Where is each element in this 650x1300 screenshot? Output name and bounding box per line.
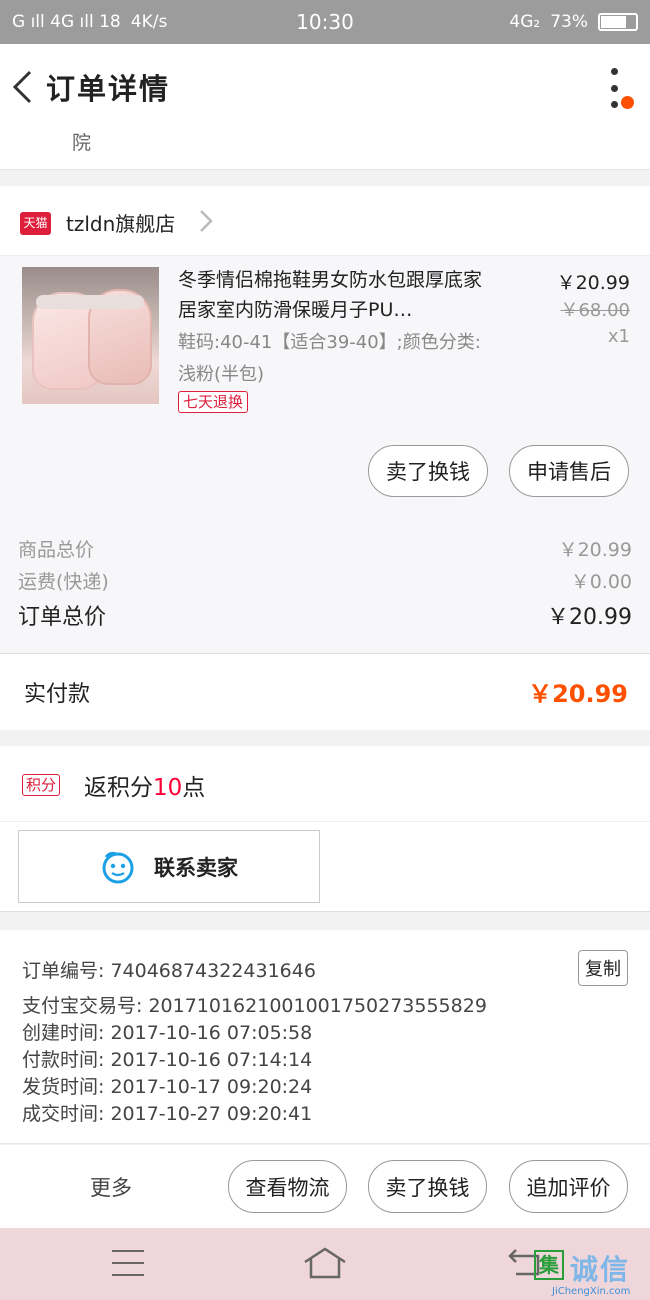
- menu-icon[interactable]: [112, 1250, 144, 1276]
- points-text: 返积分10点: [84, 768, 205, 802]
- app-header: 订单详情: [0, 44, 650, 130]
- product-title[interactable]: 冬季情侣棉拖鞋男女防水包跟厚底家居家室内防滑保暖月子PU…: [178, 265, 496, 325]
- order-total-row: 订单总价 ￥20.99: [18, 599, 632, 631]
- home-icon[interactable]: [302, 1246, 348, 1280]
- more-actions-link[interactable]: 更多: [90, 1172, 132, 1202]
- created-time: 创建时间: 2017-10-16 07:05:58: [22, 1022, 313, 1044]
- item-quantity: x1: [607, 326, 630, 347]
- watermark-mark: 集: [534, 1250, 564, 1280]
- points-prefix: 返积分: [84, 775, 153, 801]
- order-number: 订单编号: 740468743224316​46: [22, 960, 316, 982]
- address-section: 院: [0, 130, 650, 170]
- watermark-cn: 诚信: [570, 1253, 631, 1286]
- points-number: 10: [153, 775, 183, 801]
- notification-dot: [621, 96, 634, 109]
- battery-percent: 73%: [550, 12, 588, 32]
- more-menu-button[interactable]: [606, 68, 622, 108]
- product-sku: 鞋码:40-41【适合39-40】;颜色分类:浅粉(半包): [178, 332, 481, 385]
- paid-time: 付款时间: 2017-10-16 07:14:14: [22, 1049, 313, 1071]
- menu-line: [112, 1250, 144, 1252]
- tmall-icon: 天猫: [20, 212, 51, 235]
- actual-paid-label: 实付款: [24, 682, 91, 707]
- shipping-value: ￥0.00: [570, 571, 632, 593]
- shipping-row: 运费(快递) ￥0.00: [18, 567, 632, 594]
- order-info: 订单编号: 740468743224316​46 复制 支付宝交易号: 2017…: [0, 930, 650, 1144]
- goods-total-value: ￥20.99: [558, 539, 632, 561]
- product-image[interactable]: [22, 267, 159, 404]
- shipping-label: 运费(快递): [18, 571, 109, 593]
- actual-paid-row: 实付款 ￥20.99: [0, 653, 650, 730]
- more-dot-icon: [610, 68, 618, 75]
- contact-seller-button[interactable]: 联系卖家: [18, 830, 320, 903]
- sell-button[interactable]: 卖了换钱: [368, 445, 488, 497]
- points-badge: 积分: [22, 774, 61, 796]
- signal-text: G ıll 4G ıll 18: [12, 12, 121, 32]
- page-title: 订单详情: [46, 72, 171, 106]
- shop-row[interactable]: 天猫 tzldn旗舰店: [0, 186, 650, 256]
- shipped-time: 发货时间: 2017-10-17 09:20:24: [22, 1076, 313, 1098]
- order-total-value: ￥20.99: [547, 605, 632, 630]
- view-logistics-button[interactable]: 查看物流: [228, 1160, 347, 1213]
- points-row: 积分 返积分10点: [0, 746, 650, 822]
- watermark-logo: 集 诚信 JiChengXin.com: [534, 1248, 650, 1300]
- actual-paid-value: ￥20.99: [528, 680, 628, 708]
- net-speed: 4K/s: [130, 12, 168, 32]
- chat-face-icon: [102, 851, 134, 883]
- menu-line: [112, 1262, 144, 1264]
- chevron-right-icon: [200, 210, 213, 232]
- price-summary: 商品总价 ￥20.99 运费(快递) ￥0.00 订单总价 ￥20.99: [0, 511, 650, 653]
- add-review-button[interactable]: 追加评价: [509, 1160, 628, 1213]
- back-button[interactable]: [2, 44, 42, 130]
- slipper-trim: [36, 295, 144, 309]
- alipay-trade-number: 支付宝交易号: 2017101621001001750273555829: [22, 995, 487, 1017]
- item-price: ￥20.99: [556, 272, 630, 294]
- status-bar: G ıll 4G ıll 18 4K/s 10:30 4G₂ 73%: [0, 0, 650, 44]
- goods-total-row: 商品总价 ￥20.99: [18, 535, 632, 562]
- goods-total-label: 商品总价: [18, 539, 95, 561]
- shop-name: tzldn旗舰店: [66, 212, 176, 236]
- menu-line: [112, 1274, 144, 1276]
- address-tail-text: 院: [72, 132, 92, 154]
- chevron-left-icon: [12, 70, 32, 104]
- more-dot-icon: [610, 101, 618, 108]
- copy-button[interactable]: 复制: [578, 950, 628, 986]
- contact-seller-label: 联系卖家: [154, 855, 238, 880]
- order-total-label: 订单总价: [18, 605, 107, 630]
- more-dot-icon: [610, 84, 618, 92]
- after-sale-button[interactable]: 申请售后: [509, 445, 629, 497]
- completed-time: 成交时间: 2017-10-27 09:20:41: [22, 1103, 313, 1125]
- watermark-en: JiChengXin.com: [552, 1286, 631, 1297]
- network-type: 4G₂: [509, 12, 541, 32]
- battery-icon: [598, 13, 638, 31]
- item-original-price: ￥68.00: [560, 300, 630, 321]
- points-suffix: 点: [182, 775, 206, 801]
- contact-section: 联系卖家: [0, 822, 650, 912]
- sell-again-button[interactable]: 卖了换钱: [368, 1160, 487, 1213]
- seven-day-return-badge: 七天退换: [178, 391, 249, 413]
